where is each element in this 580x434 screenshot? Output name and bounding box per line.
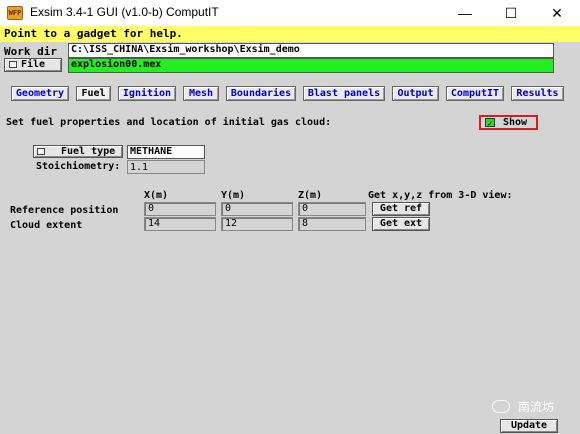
close-button[interactable]: ✕	[534, 0, 580, 26]
show-label: Show	[503, 117, 528, 128]
checkmark-icon: ✓	[485, 118, 495, 128]
button-square-icon	[9, 60, 17, 68]
tab-blast-panels[interactable]: Blast panels	[303, 86, 385, 101]
maximize-button[interactable]: ☐	[488, 0, 534, 26]
cloud-x-input[interactable]: 14	[144, 217, 216, 231]
z-header: Z(m)	[298, 190, 323, 201]
window-title: Exsim 3.4-1 GUI (v1.0-b) ComputIT	[30, 5, 219, 19]
stoichiometry-field[interactable]: 1.1	[127, 160, 205, 174]
stoichiometry-label: Stoichiometry:	[36, 161, 121, 172]
title-bar: WFP Exsim 3.4-1 GUI (v1.0-b) ComputIT — …	[0, 0, 580, 26]
cloud-z-input[interactable]: 8	[298, 217, 366, 231]
x-header: X(m)	[144, 190, 169, 201]
minimize-button[interactable]: —	[442, 0, 488, 26]
watermark-text: 南流坊	[518, 400, 555, 414]
tab-geometry[interactable]: Geometry	[11, 86, 69, 101]
update-button[interactable]: Update	[500, 419, 558, 433]
wechat-icon	[492, 400, 510, 413]
tab-boundaries[interactable]: Boundaries	[226, 86, 296, 101]
get-ref-button[interactable]: Get ref	[372, 202, 430, 216]
file-button[interactable]: File	[4, 58, 62, 72]
tab-computit[interactable]: ComputIT	[446, 86, 504, 101]
fuel-type-field[interactable]: METHANE	[127, 145, 205, 159]
app-icon: WFP	[7, 6, 23, 20]
reference-position-label: Reference position	[10, 205, 119, 216]
tab-fuel[interactable]: Fuel	[76, 86, 111, 101]
workdir-label: Work dir	[4, 45, 57, 58]
fuel-type-label: Fuel type	[61, 146, 116, 157]
y-header: Y(m)	[221, 190, 246, 201]
reference-x-input[interactable]: 0	[144, 202, 216, 216]
workdir-field[interactable]: C:\ISS_CHINA\Exsim_workshop\Exsim_demo	[68, 43, 554, 58]
file-button-label: File	[21, 59, 46, 70]
fuel-type-button[interactable]: Fuel type	[33, 145, 123, 158]
tab-results[interactable]: Results	[511, 86, 564, 101]
reference-z-input[interactable]: 0	[298, 202, 366, 216]
cloud-y-input[interactable]: 12	[221, 217, 293, 231]
file-field[interactable]: explosion00.mex	[68, 58, 554, 73]
show-toggle[interactable]: ✓ Show	[479, 115, 538, 130]
tab-output[interactable]: Output	[392, 86, 439, 101]
tab-ignition[interactable]: Ignition	[118, 86, 176, 101]
fuel-section-heading: Set fuel properties and location of init…	[6, 117, 332, 128]
button-square-icon	[37, 147, 45, 155]
tab-mesh[interactable]: Mesh	[183, 86, 219, 101]
get-from-3d-label: Get x,y,z from 3-D view:	[368, 190, 513, 201]
cloud-extent-label: Cloud extent	[10, 220, 83, 231]
help-bar: Point to a gadget for help.	[0, 26, 580, 42]
get-ext-button[interactable]: Get ext	[372, 217, 430, 231]
reference-y-input[interactable]: 0	[221, 202, 293, 216]
